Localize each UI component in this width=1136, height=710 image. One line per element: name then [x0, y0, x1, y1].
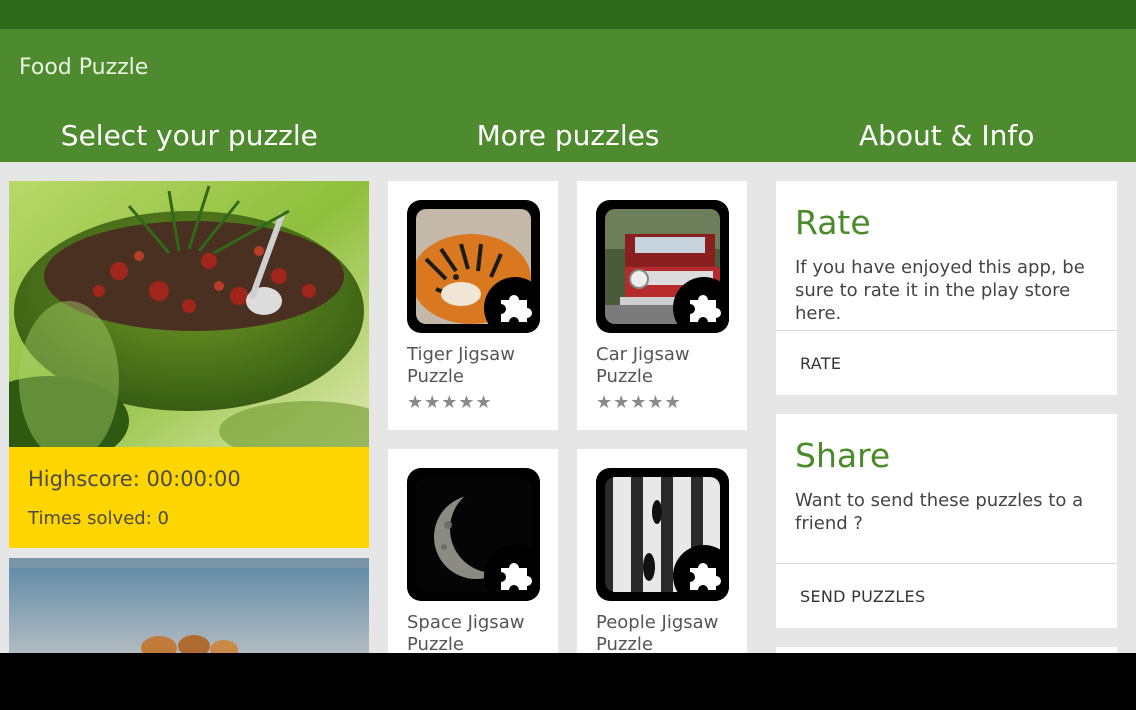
highscore-label: Highscore: 00:00:00 [28, 467, 241, 491]
navigation-bar [0, 653, 1136, 710]
rate-button[interactable]: RATE [800, 354, 841, 373]
tab-more-puzzles[interactable]: More puzzles [379, 109, 758, 162]
car-photo-icon [596, 200, 729, 333]
puzzle-piece-icon [484, 277, 540, 333]
food-puzzle-image[interactable] [9, 181, 369, 447]
app-title: Food Puzzle [19, 55, 149, 80]
food-puzzle-image-2[interactable] [9, 558, 369, 653]
score-card[interactable]: Highscore: 00:00:00 Times solved: 0 [9, 447, 369, 548]
app-name: Space Jigsaw Puzzle [407, 612, 525, 653]
times-solved-label: Times solved: 0 [28, 508, 169, 529]
tiger-photo-icon [407, 200, 540, 333]
divider [776, 563, 1117, 564]
puzzle-piece-icon [673, 545, 729, 601]
rate-title: Rate [795, 203, 871, 242]
tab-bar: Select your puzzle More puzzles About & … [0, 109, 1136, 162]
share-description: Want to send these puzzles to a friend ? [795, 490, 1084, 534]
app-name: People Jigsaw Puzzle [596, 612, 719, 653]
puzzle-piece-icon [484, 545, 540, 601]
status-bar [0, 0, 1136, 29]
moon-photo-icon [407, 468, 540, 601]
content-area: Highscore: 00:00:00 Times solved: 0 Tige… [0, 162, 1136, 653]
rate-description: If you have enjoyed this app, be sure to… [795, 257, 1085, 324]
share-title: Share [795, 436, 891, 475]
rate-card: Rate If you have enjoyed this app, be su… [776, 181, 1117, 395]
app-card-car[interactable]: Car Jigsaw Puzzle ★★★★★ [577, 181, 747, 430]
app-card-space[interactable]: Space Jigsaw Puzzle ★★★★★ [388, 449, 558, 653]
share-card: Share Want to send these puzzles to a fr… [776, 414, 1117, 628]
tab-select-your-puzzle[interactable]: Select your puzzle [0, 109, 379, 162]
star-rating: ★★★★★ [596, 392, 682, 413]
tab-about-info[interactable]: About & Info [757, 109, 1136, 162]
star-rating: ★★★★★ [407, 392, 493, 413]
puzzle-piece-icon [673, 277, 729, 333]
app-card-tiger[interactable]: Tiger Jigsaw Puzzle ★★★★★ [388, 181, 558, 430]
divider [776, 330, 1117, 331]
people-photo-icon [596, 468, 729, 601]
app-name: Tiger Jigsaw Puzzle [407, 344, 515, 387]
send-puzzles-button[interactable]: SEND PUZZLES [800, 587, 925, 606]
app-name: Car Jigsaw Puzzle [596, 344, 690, 387]
app-card-people[interactable]: People Jigsaw Puzzle ★★★★★ [577, 449, 747, 653]
action-bar [0, 29, 1136, 109]
